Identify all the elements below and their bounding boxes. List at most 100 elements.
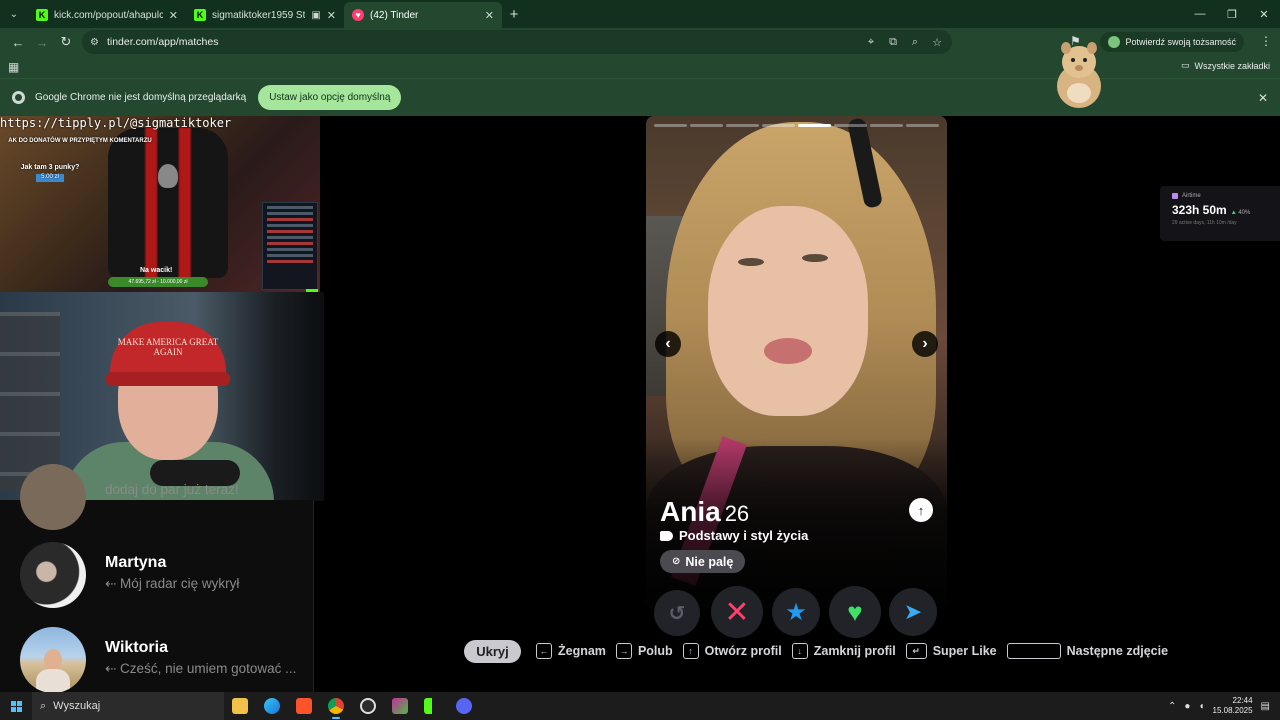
all-bookmarks-button[interactable]: ▭ Wszystkie zakładki [1181,60,1270,71]
boost-button[interactable]: ➤ [889,588,937,636]
chat-line [267,230,313,233]
close-window-button[interactable]: ✕ [1248,0,1280,28]
banner-message: Google Chrome nie jest domyślną przegląd… [35,92,247,103]
close-icon[interactable]: ✕ [1258,91,1268,105]
chat-line [267,236,313,239]
tab-bar: ⌄ K kick.com/popout/ahapulco/cha ✕ K sig… [0,0,1280,28]
match-message: dodaj do par już teraz! [105,482,239,497]
lifestyle-chip: ⊘ Nie palę [660,550,746,573]
clock[interactable]: 22:44 15.08.2025 [1213,696,1253,715]
taskbar-discord[interactable] [448,692,480,720]
tab-tinder[interactable]: ♥ (42) Tinder ✕ [344,2,502,28]
taskbar-app-purple[interactable] [384,692,416,720]
chat-line [267,206,313,209]
notification-icon[interactable]: ▤ [1261,701,1270,712]
airtime-title: Airtime [1172,193,1268,199]
gaming-chair [108,128,228,278]
airtime-value-line: 323h 50m ▲ 40% [1172,203,1268,217]
clock-date: 15.08.2025 [1212,706,1253,715]
taskbar-brave[interactable] [288,692,320,720]
back-button[interactable]: ← [6,30,30,54]
taskbar-chrome[interactable] [320,692,352,720]
location-icon[interactable]: ⌖ [864,36,878,49]
apps-grid-icon[interactable]: ▦ [8,60,19,74]
shortcut-like: → Polub [615,643,673,659]
next-photo-button[interactable]: › [912,331,938,357]
tab-kick-popout[interactable]: K kick.com/popout/ahapulco/cha ✕ [28,2,186,28]
profile-name-line: Ania 26 [660,496,749,528]
reload-button[interactable]: ↻ [54,30,78,54]
chat-line [267,212,313,215]
minimize-button[interactable]: — [1184,0,1216,28]
forward-button[interactable]: → [30,30,54,54]
rewind-button[interactable]: ↺ [654,590,700,636]
goal-progress-bar: 47.695,72 zł - 10.000,00 zł [108,277,208,287]
hide-shortcuts-button[interactable]: Ukryj [464,639,521,663]
restore-button[interactable]: ❐ [1216,0,1248,28]
star-icon[interactable]: ☆ [930,36,944,49]
arrow-up-key-icon: ↑ [682,643,699,659]
speaker-icon[interactable]: ◖ [1198,701,1204,712]
nope-button[interactable]: ✕ [711,586,763,638]
previous-photo-button[interactable]: ‹ [655,331,681,357]
airtime-widget[interactable]: Airtime 323h 50m ▲ 40% 29 active days, 1… [1160,186,1280,241]
airtime-sub: 29 active days, 11h 10m /day [1172,220,1237,226]
microphone-icon[interactable]: ● [1184,701,1190,712]
close-icon[interactable]: ✕ [485,9,494,22]
close-icon[interactable]: ✕ [327,9,336,22]
shortcut-open-profile: ↑ Otwórz profil [682,643,782,659]
tab-label: sigmatiktoker1959 Stream [212,9,306,21]
zoom-icon[interactable]: ⌕ [908,36,922,49]
arrow-down-key-icon: ↓ [791,643,808,659]
plus-icon: + [509,5,519,23]
arrow-right-icon: → [35,34,49,50]
profile-age: 26 [724,501,750,526]
enter-key-icon: ↵ [905,643,927,659]
tab-search-button[interactable]: ⌄ [0,0,28,28]
start-button[interactable] [0,692,32,720]
photo-indicator [654,124,939,127]
chat-line [267,260,313,263]
folder-icon [232,698,248,714]
reload-icon: ↻ [60,34,72,49]
x-icon: ✕ [724,595,750,629]
tab-kick-stream[interactable]: K sigmatiktoker1959 Stream ▣ ✕ [186,2,344,28]
window-controls: — ❐ ✕ [1184,0,1280,28]
donation-amount: 5.00 zł [36,174,64,182]
taskbar-obs[interactable] [352,692,384,720]
list-item[interactable]: Martyna ⇠ Mój radar cię wykrył [0,542,314,622]
open-profile-button[interactable]: ↑ [909,498,933,522]
swipe-actions: ↺ ✕ ★ ♥ ➤ [654,586,940,638]
new-tab-button[interactable]: + [502,6,526,23]
shortcut-next-photo: Następne zdjęcie [1006,643,1169,659]
taskbar-edge[interactable] [256,692,288,720]
install-app-icon[interactable]: ⧉ [886,36,900,49]
taskbar-file-explorer[interactable] [224,692,256,720]
photo-indicator-segment [834,124,867,127]
keyboard-shortcuts: Ukryj ← Żegnam → Polub ↑ Otwórz profil ↓… [464,639,1178,663]
stream-chat-box [262,202,318,290]
profile-card[interactable]: ‹ › Ania 26 ↑ Podstawy i styl życia ⊘ Nie… [646,116,947,608]
set-default-button[interactable]: Ustaw jako opcję domyślną [258,85,402,110]
photo-eye [802,254,828,262]
search-icon: ⌕ [40,699,47,712]
chevron-up-icon[interactable]: ⌃ [1168,701,1176,712]
close-icon[interactable]: ✕ [169,9,178,22]
shortcut-label: Następne zdjęcie [1066,644,1169,658]
omnibox[interactable]: ⚙ tinder.com/app/matches ⌖ ⧉ ⌕ ☆ [82,30,952,54]
verify-identity-button[interactable]: Potwierdź swoją tożsamość [1100,32,1244,52]
chevron-down-icon: ⌄ [9,8,19,20]
like-button[interactable]: ♥ [829,586,881,638]
site-info-icon[interactable]: ⚙ [90,37,99,48]
picture-in-picture-icon[interactable]: ▣ [311,10,320,21]
superlike-button[interactable]: ★ [772,588,820,636]
taskbar-kick[interactable] [416,692,448,720]
url-text[interactable]: tinder.com/app/matches [107,36,856,48]
avatar [20,542,86,608]
kebab-menu-icon[interactable]: ⋮ [1260,34,1272,48]
section-label-text: Podstawy i styl życia [679,528,809,543]
no-smoking-icon: ⊘ [672,556,681,567]
hamster-sticker-icon [1057,42,1101,108]
taskbar-search[interactable]: ⌕ Wyszukaj [32,692,224,720]
profile-avatar-icon [1108,36,1121,48]
